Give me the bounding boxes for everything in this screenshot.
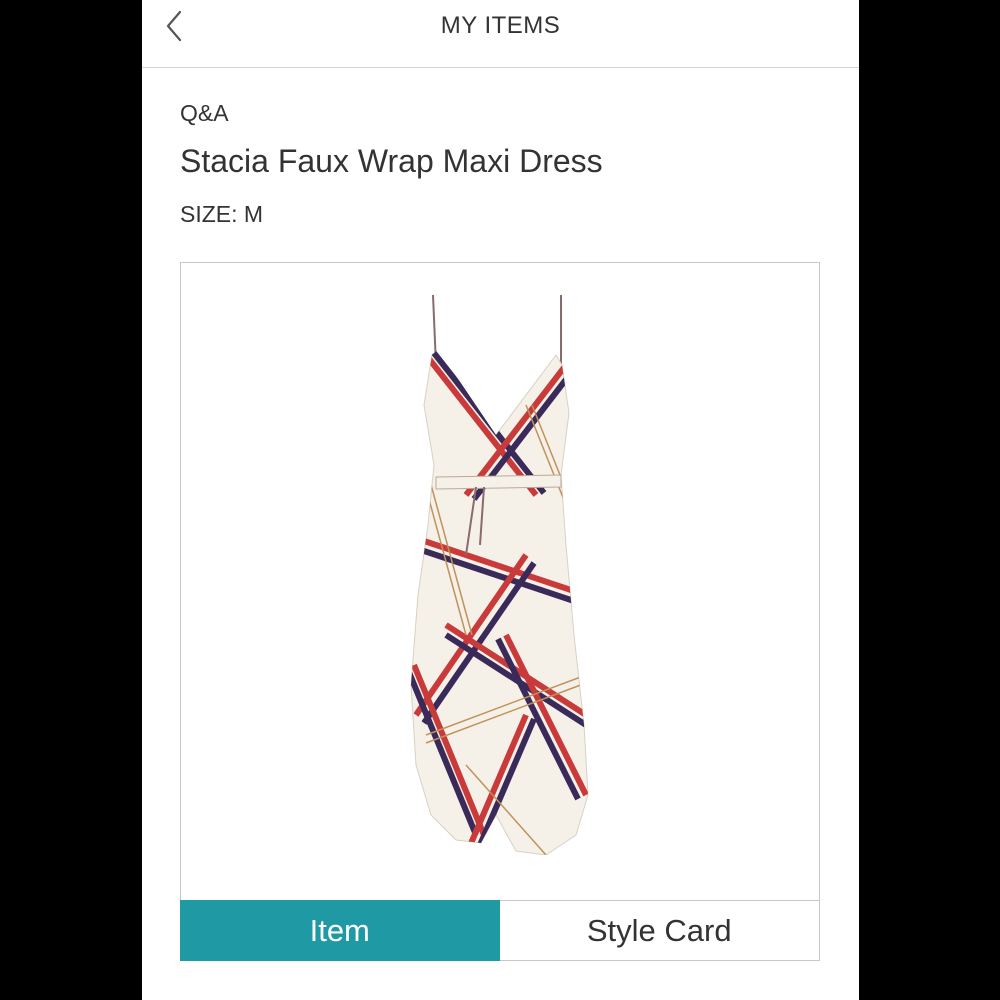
tab-style-card[interactable]: Style Card bbox=[499, 900, 820, 961]
screen: MY ITEMS Q&A Stacia Faux Wrap Maxi Dress… bbox=[142, 0, 859, 1000]
navigation-bar: MY ITEMS bbox=[142, 0, 859, 68]
view-tabs: Item Style Card bbox=[180, 900, 820, 961]
nav-title: MY ITEMS bbox=[440, 12, 561, 39]
product-name: Stacia Faux Wrap Maxi Dress bbox=[180, 143, 603, 179]
tab-item[interactable]: Item bbox=[180, 900, 500, 961]
section-label: Q&A bbox=[180, 100, 229, 126]
size-label: SIZE: M bbox=[180, 201, 264, 227]
product-image-frame[interactable] bbox=[180, 262, 820, 902]
dress-image bbox=[410, 295, 589, 855]
